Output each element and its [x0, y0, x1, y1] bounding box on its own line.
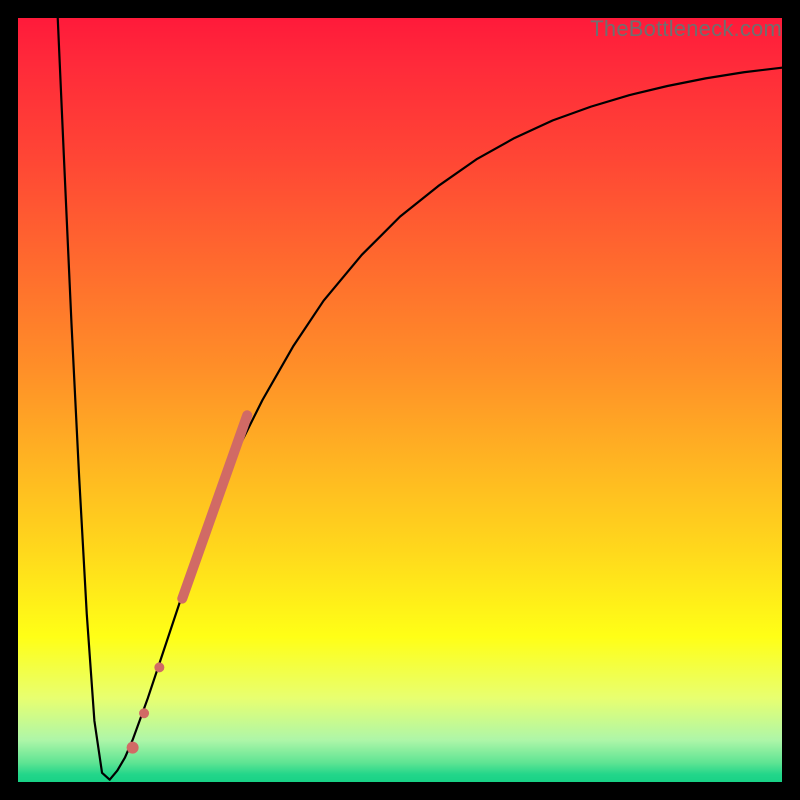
- marker-bar: [182, 415, 247, 598]
- chart-frame: TheBottleneck.com: [0, 0, 800, 800]
- plot-area: [18, 18, 782, 782]
- chart-svg: [18, 18, 782, 782]
- watermark-text: TheBottleneck.com: [590, 16, 782, 42]
- bottleneck-curve: [58, 18, 782, 780]
- marker-dot: [127, 742, 139, 754]
- marker-dot: [139, 708, 149, 718]
- marker-dot: [154, 662, 164, 672]
